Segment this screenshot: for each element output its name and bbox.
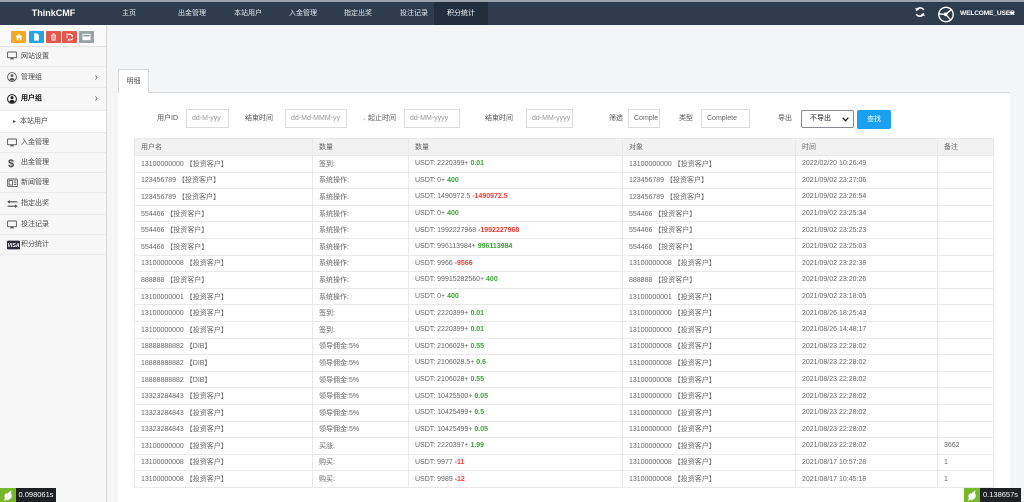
svg-text:VISA: VISA xyxy=(7,243,19,249)
svg-text:$: $ xyxy=(8,158,14,169)
